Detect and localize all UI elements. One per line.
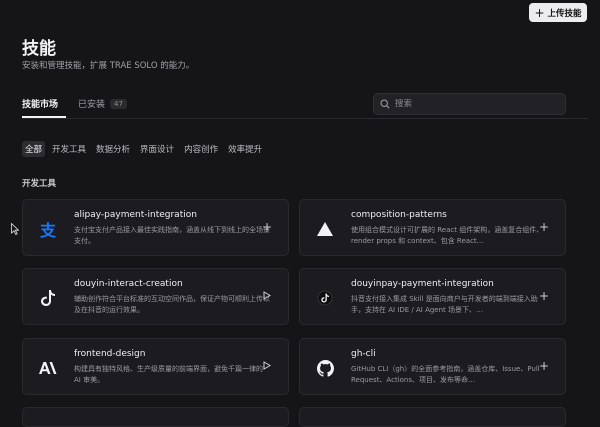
add-icon[interactable]: + xyxy=(539,221,549,233)
page-subtitle: 安装和管理技能，扩展 TRAE SOLO 的能力。 xyxy=(22,61,195,71)
github-icon xyxy=(315,358,335,378)
skill-card-desc: 支付宝支付产品接入最佳实践指南，涵盖从线下到线上的全场景支付。 xyxy=(74,226,270,245)
skill-card-name: composition-patterns xyxy=(351,210,447,220)
tab-skill-market[interactable]: 技能市场 xyxy=(22,97,58,110)
add-icon[interactable]: + xyxy=(262,221,272,233)
skill-card-name: gh-cli xyxy=(351,349,376,359)
filter-productivity[interactable]: 效率提升 xyxy=(225,141,265,157)
add-icon[interactable]: + xyxy=(539,290,549,302)
search-icon xyxy=(380,99,390,109)
skill-card-desc: 构建具有独特风格、生产级质量的前端界面，避免千篇一律的 AI 审美。 xyxy=(74,365,263,384)
category-filters: 全部 开发工具 数据分析 界面设计 内容创作 效率提升 xyxy=(22,141,265,157)
filter-content-creation[interactable]: 内容创作 xyxy=(181,141,221,157)
skill-card-desc: 使用组合模式设计可扩展的 React 组件架构，涵盖复合组件、render pr… xyxy=(351,226,544,245)
add-icon[interactable]: + xyxy=(539,360,549,372)
anthropic-icon xyxy=(38,358,58,378)
skill-card-gh-cli[interactable]: gh-cli GitHub CLI（gh）的全面参考指南，涵盖仓库、Issue、… xyxy=(299,338,566,395)
alipay-icon: 支 xyxy=(39,221,56,240)
section-title-dev-tools: 开发工具 xyxy=(22,179,57,189)
skill-card-desc: 辅助创作符合平台标准的互动空间作品，保证产物可顺利上传以及在抖音的运行效果。 xyxy=(74,295,270,314)
page-title: 技能 xyxy=(22,39,56,59)
tab-installed-label: 已安装 xyxy=(78,100,106,110)
skill-card-partial[interactable] xyxy=(22,407,289,427)
skill-card-partial[interactable] xyxy=(299,407,566,427)
skill-card-alipay[interactable]: 支 alipay-payment-integration 支付宝支付产品接入最佳… xyxy=(22,199,289,256)
search-box[interactable] xyxy=(373,93,566,115)
upload-skill-label: 上传技能 xyxy=(547,8,582,19)
upload-skill-button[interactable]: + 上传技能 xyxy=(529,3,587,22)
skill-card-frontend-design[interactable]: frontend-design 构建具有独特风格、生产级质量的前端界面，避免千篇… xyxy=(22,338,289,395)
skill-card-composition-patterns[interactable]: composition-patterns 使用组合模式设计可扩展的 React … xyxy=(299,199,566,256)
play-icon[interactable] xyxy=(262,360,272,372)
mouse-cursor-icon xyxy=(11,223,19,235)
skill-card-douyinpay[interactable]: douyinpay-payment-integration 抖音支付接入集成 S… xyxy=(299,268,566,325)
filter-data-analysis[interactable]: 数据分析 xyxy=(93,141,133,157)
play-icon[interactable] xyxy=(262,290,272,302)
skill-card-name: douyinpay-payment-integration xyxy=(351,279,494,289)
skill-card-name: frontend-design xyxy=(74,349,146,359)
skill-card-douyin-interact[interactable]: douyin-interact-creation 辅助创作符合平台标准的互动空间… xyxy=(22,268,289,325)
tab-divider xyxy=(22,118,588,119)
installed-count-badge: 47 xyxy=(110,98,127,109)
skill-card-name: alipay-payment-integration xyxy=(74,210,197,220)
plus-icon: + xyxy=(534,5,545,20)
tab-installed[interactable]: 已安装 47 xyxy=(78,97,127,110)
tiktok-icon xyxy=(38,288,58,308)
skill-card-desc: GitHub CLI（gh）的全面参考指南，涵盖仓库、Issue、Pull Re… xyxy=(351,365,540,384)
skill-card-name: douyin-interact-creation xyxy=(74,279,183,289)
filter-all[interactable]: 全部 xyxy=(22,141,46,157)
vercel-triangle-icon xyxy=(315,219,335,239)
filter-ui-design[interactable]: 界面设计 xyxy=(137,141,177,157)
filter-dev-tools[interactable]: 开发工具 xyxy=(49,141,89,157)
douyinpay-icon xyxy=(315,288,335,308)
skill-card-desc: 抖音支付接入集成 Skill 是面向商户与开发者的端到端接入助手，支持在 AI … xyxy=(351,295,538,314)
search-input[interactable] xyxy=(395,99,555,109)
